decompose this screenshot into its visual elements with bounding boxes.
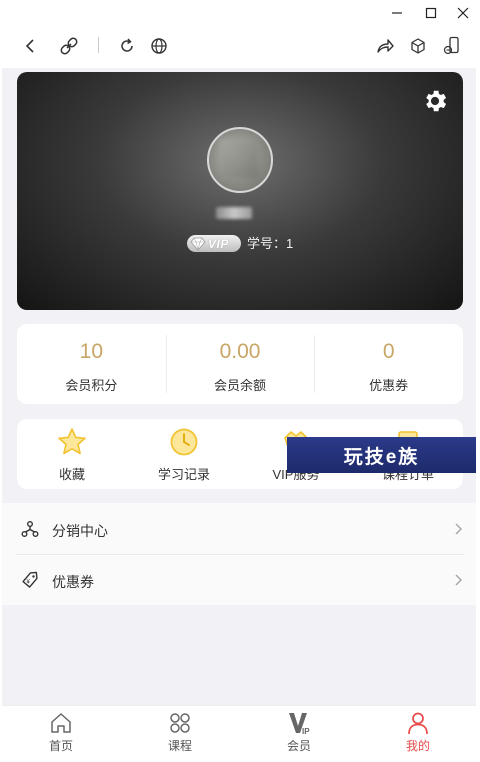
nav-label: 课程 [167,739,192,753]
stat-value: 10 [79,340,104,363]
chevron-right-icon [455,523,463,535]
nav-label: 首页 [48,739,73,753]
nav-label: 会员 [286,739,311,753]
nav-item-home[interactable]: 首页 [2,706,120,762]
svg-text:IP: IP [302,727,310,736]
share-icon[interactable] [373,34,397,58]
stat-value: 0 [382,340,395,363]
stat-value: 0.00 [219,340,261,363]
action-history[interactable]: 学习记录 [129,419,239,489]
minimize-icon[interactable] [380,0,414,26]
menu-label: 分销中心 [52,523,108,539]
stat-balance[interactable]: 0.00 会员余额 [165,324,315,404]
student-number: 学号：1 [247,236,294,251]
stat-label: 优惠券 [369,378,409,393]
menu-list: 分销中心 ¥ 优惠券 [2,503,476,605]
avatar[interactable] [207,127,273,193]
action-label: 收藏 [58,467,85,482]
distribution-icon [21,521,39,537]
vip-text: VIP [208,236,229,251]
stat-label: 会员余额 [214,378,267,393]
bottom-nav: 首页 课程 IP 会员 我的 [2,705,476,762]
vip-icon: IP [289,713,310,736]
menu-label: 优惠券 [52,574,94,590]
settings-gear-icon[interactable] [421,87,449,115]
phone-rotate-icon[interactable] [440,34,464,58]
svg-text:¥: ¥ [27,580,31,586]
home-icon [51,713,71,733]
diamond-icon [190,237,206,251]
profile-card: VIP 学号：1 [17,72,463,310]
course-icon [170,713,190,733]
back-icon[interactable] [18,34,42,58]
username-blurred [216,207,252,219]
clock-icon [170,428,198,456]
nav-item-courses[interactable]: 课程 [121,706,239,762]
cube-icon[interactable] [406,34,430,58]
menu-item-distribution[interactable]: 分销中心 [2,504,476,554]
user-icon [408,712,428,735]
menu-item-coupons[interactable]: ¥ 优惠券 [2,555,476,605]
stat-points[interactable]: 10 会员积分 [17,324,166,404]
stats-card: 10 会员积分 0.00 会员余额 0 优惠券 [17,324,463,404]
action-favorites[interactable]: 收藏 [17,419,127,489]
refresh-icon[interactable] [115,34,139,58]
maximize-icon[interactable] [414,0,448,26]
nav-item-mine[interactable]: 我的 [359,706,477,762]
nav-item-membership[interactable]: IP 会员 [240,706,358,762]
chevron-right-icon [455,574,463,586]
close-icon[interactable] [446,0,480,26]
nav-label: 我的 [405,739,430,753]
stat-coupons[interactable]: 0 优惠券 [314,324,463,404]
vip-badge: VIP [187,235,241,252]
watermark-logo: 玩技e族 [287,437,476,473]
coupon-tag-icon: ¥ [22,571,38,588]
action-label: 学习记录 [157,467,210,482]
star-icon [58,428,86,455]
link-icon[interactable] [57,34,81,58]
stat-label: 会员积分 [65,378,118,393]
globe-icon[interactable] [147,34,171,58]
toolbar-separator [98,37,99,53]
